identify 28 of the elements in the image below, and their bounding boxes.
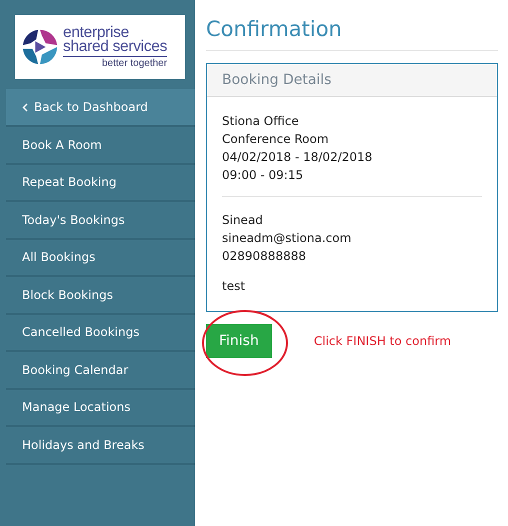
detail-text: 09:00 - 09:15 xyxy=(222,167,304,184)
detail-text: 02890888888 xyxy=(222,248,307,265)
sidebar-item[interactable]: Today's Bookings xyxy=(6,202,195,240)
card-header: Booking Details xyxy=(207,64,497,97)
sidebar-item[interactable]: Cancelled Bookings xyxy=(6,314,195,352)
logo-tagline: better together xyxy=(63,56,168,68)
back-link[interactable]: Back to Dashboard xyxy=(6,89,195,127)
page-title: Confirmation xyxy=(206,0,498,51)
logo-icon xyxy=(21,28,59,66)
detail-text: Conference Room xyxy=(222,131,330,148)
chevron-left-icon xyxy=(22,102,28,112)
detail-text: 04/02/2018 - 18/02/2018 xyxy=(222,149,374,166)
sidebar-item[interactable]: Book A Room xyxy=(6,127,195,164)
detail-text: sineadm@stiona.com xyxy=(222,230,352,247)
annotation-text: Click FINISH to confirm xyxy=(314,334,452,348)
sidebar-item[interactable]: Block Bookings xyxy=(6,277,195,314)
sidebar-item[interactable]: Holidays and Breaks xyxy=(6,427,195,464)
sidebar-item[interactable]: Repeat Booking xyxy=(6,164,195,202)
detail-text: Stiona Office xyxy=(222,113,300,130)
logo-text: enterprise xyxy=(63,26,129,40)
logo-text: shared services xyxy=(63,40,168,54)
detail-text: test xyxy=(222,278,246,295)
back-label: Back to Dashboard xyxy=(34,100,148,114)
detail-text: Sinead xyxy=(222,212,264,229)
sidebar-item[interactable]: All Bookings xyxy=(6,240,195,277)
finish-button[interactable]: Finish xyxy=(206,324,272,358)
sidebar-item[interactable]: Manage Locations xyxy=(6,390,195,427)
sidebar-item[interactable]: Booking Calendar xyxy=(6,352,195,390)
